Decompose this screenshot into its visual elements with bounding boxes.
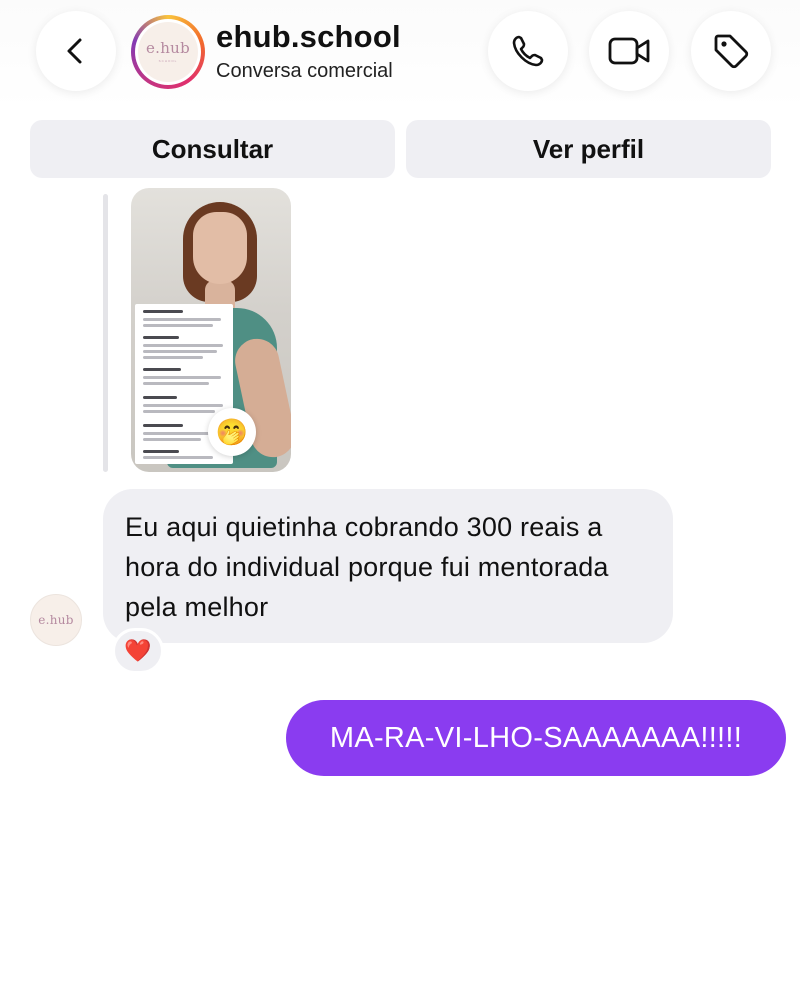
contact-subtitle: Conversa comercial	[216, 60, 393, 82]
outgoing-message-text: MA-RA-VI-LHO-SAAAAAAA!!!!!	[329, 721, 743, 754]
media-reaction-badge[interactable]: 🤭	[208, 408, 256, 456]
avatar-logo: e.hub	[145, 39, 191, 57]
chat-screen: e.hub SCHOOL ehub.school Conversa comerc…	[0, 0, 800, 1000]
message-reaction[interactable]: ❤️	[112, 628, 164, 674]
profile-avatar[interactable]: e.hub SCHOOL	[131, 15, 205, 89]
back-button[interactable]	[36, 11, 116, 91]
heart-icon: ❤️	[124, 638, 152, 663]
phone-icon	[512, 35, 544, 67]
contact-name[interactable]: ehub.school	[216, 19, 401, 55]
chat-header: e.hub SCHOOL ehub.school Conversa comerc…	[0, 0, 800, 110]
hand-over-mouth-emoji-icon: 🤭	[215, 417, 249, 447]
outgoing-message-bubble[interactable]: MA-RA-VI-LHO-SAAAAAAA!!!!!	[286, 700, 786, 776]
video-camera-icon	[608, 37, 650, 65]
consult-button[interactable]: Consultar	[30, 120, 395, 178]
incoming-message-text: Eu aqui quietinha cobrando 300 reais a h…	[125, 512, 609, 622]
view-profile-button[interactable]: Ver perfil	[406, 120, 771, 178]
incoming-message-bubble[interactable]: Eu aqui quietinha cobrando 300 reais a h…	[103, 489, 673, 643]
avatar-logo-sub: SCHOOL	[158, 59, 178, 63]
sender-avatar-logo: e.hub	[38, 613, 74, 627]
call-button[interactable]	[488, 11, 568, 91]
video-call-button[interactable]	[589, 11, 669, 91]
tag-button[interactable]	[691, 11, 771, 91]
sender-avatar[interactable]: e.hub	[30, 594, 82, 646]
thumbnail-face	[193, 212, 247, 284]
reply-indicator-line	[103, 194, 108, 472]
tag-icon	[714, 34, 749, 69]
chevron-left-icon	[67, 38, 82, 64]
